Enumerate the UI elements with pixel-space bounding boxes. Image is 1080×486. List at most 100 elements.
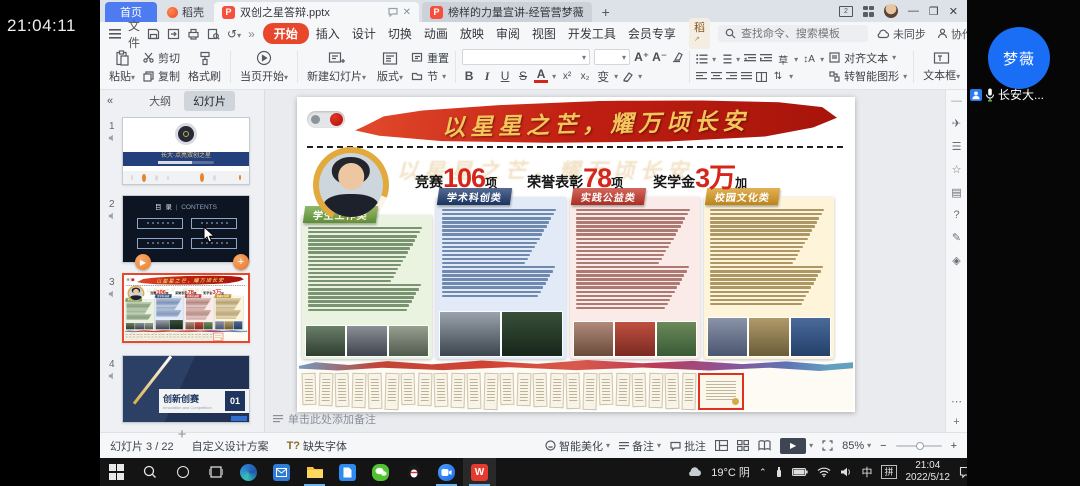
char-spacing-icon[interactable]: 草 [776, 52, 790, 67]
line-spacing-icon[interactable]: ↕A [802, 54, 816, 65]
align-text-button[interactable]: 对齐文本▾ [829, 50, 907, 66]
cortana-button[interactable] [166, 458, 199, 486]
missing-font-warning[interactable]: T?缺失字体 [287, 438, 347, 454]
superscript-button[interactable]: x² [560, 71, 574, 82]
zoom-out-button[interactable]: − [880, 440, 886, 452]
view-sorter-icon[interactable] [737, 440, 749, 451]
favorites-star-icon[interactable]: ☆ [952, 163, 962, 176]
play-from-current-button[interactable]: 当页开始▾ [237, 47, 291, 87]
participant-avatar[interactable]: 梦薇 [988, 27, 1050, 89]
export-icon[interactable] [167, 28, 180, 40]
sync-status[interactable]: 未同步 [876, 26, 926, 42]
search-input[interactable] [741, 28, 861, 40]
menu-tab-1[interactable]: 开始 [263, 23, 309, 44]
section-button[interactable]: 节▾ [411, 68, 449, 84]
highlight-pen-icon[interactable] [622, 70, 634, 82]
restore-button[interactable]: ❐ [929, 5, 939, 18]
menu-tab-5[interactable]: 动画 [419, 24, 453, 43]
slide-3-editor[interactable]: 以星星之芒，耀万顷长安 以星星之芒，耀万顷长安 竞赛106项荣誉表彰78项奖学金… [124, 275, 248, 341]
hamburger-icon[interactable] [109, 29, 121, 39]
align-left-icon[interactable] [696, 72, 707, 81]
battery-icon[interactable] [792, 468, 808, 476]
weather-text[interactable]: 19°C 阴 [711, 464, 750, 480]
design-scheme[interactable]: 自定义设计方案 [192, 438, 269, 454]
increase-font-icon[interactable]: A⁺ [634, 50, 648, 64]
taskbar-search[interactable] [133, 458, 166, 486]
task-view-button[interactable] [199, 458, 232, 486]
comments-button[interactable]: 批注 [670, 438, 706, 454]
screens-icon[interactable]: ▤ [951, 186, 961, 199]
wechat-app[interactable] [364, 458, 397, 486]
speaker-icon[interactable] [840, 467, 852, 477]
format-painter-button[interactable]: 格式刷 [185, 47, 224, 87]
tencent-docs-app[interactable] [331, 458, 364, 486]
tencent-meeting-app[interactable] [430, 458, 463, 486]
slide-thumbnail-2[interactable]: 目 录 | CONTENTS ▶ + [122, 195, 250, 263]
document-tab-inactive[interactable]: P 榜样的力量宣讲-经管营梦薇 [422, 2, 592, 22]
reset-button[interactable]: 重置 [411, 50, 449, 66]
number-list-icon[interactable] [720, 54, 732, 64]
decrease-font-icon[interactable]: A⁻ [652, 50, 666, 64]
menu-tab-9[interactable]: 开发工具 [563, 24, 621, 43]
notes-hint[interactable]: 单击此处添加备注 [273, 411, 376, 427]
wifi-icon[interactable] [817, 467, 831, 477]
thumbnail-play-button[interactable]: ▶ [135, 254, 151, 270]
security-shield-icon[interactable]: ◈ [952, 254, 960, 267]
beautify-button[interactable]: 智能美化▾ [545, 438, 610, 454]
slideshow-play-button[interactable]: ▶ [780, 438, 806, 454]
zoom-in-button[interactable]: + [951, 440, 957, 452]
bold-button[interactable]: B [462, 69, 476, 83]
thumbnail-add-button[interactable]: + [233, 254, 249, 270]
clear-format-icon[interactable] [670, 51, 683, 63]
slide-canvas[interactable]: 以星星之芒，耀万顷长安 以星星之芒，耀万顷长安 竞赛106项荣誉表彰78项奖学金… [265, 90, 945, 432]
qq-app[interactable] [397, 458, 430, 486]
start-button[interactable] [100, 458, 133, 486]
justify-icon[interactable] [741, 72, 752, 81]
active-speaker-row[interactable]: 长安大... [970, 86, 1080, 103]
slide-thumbnail-1[interactable]: 长大·点亮双创之星 [122, 117, 250, 185]
menu-tab-3[interactable]: 设计 [347, 24, 381, 43]
window-split-icon[interactable]: 2 [839, 6, 853, 17]
tab-comment-icon[interactable] [388, 7, 398, 17]
slide-3-editor[interactable]: 以星星之芒，耀万顷长安 以星星之芒，耀万顷长安 竞赛106项荣誉表彰78项奖学金… [297, 97, 855, 412]
strikethrough-button[interactable]: S [516, 69, 530, 83]
slide-thumbnail-3-selected[interactable]: 以星星之芒，耀万顷长安 以星星之芒，耀万顷长安 竞赛106项荣誉表彰78项奖学金… [122, 273, 250, 343]
minimize-button[interactable]: — [908, 5, 919, 17]
paste-button[interactable]: 粘贴▾ [106, 47, 138, 87]
text-box-button[interactable]: 文本框▾ [920, 47, 963, 87]
edge-browser[interactable] [232, 458, 265, 486]
collapse-panel-icon[interactable]: « [107, 95, 113, 107]
notes-button[interactable]: 备注▾ [619, 438, 661, 454]
bullet-list-icon[interactable] [696, 54, 708, 64]
outline-tab[interactable]: 大纲 [140, 91, 180, 111]
slides-tab[interactable]: 幻灯片 [184, 91, 235, 111]
cut-button[interactable]: 剪切 [143, 50, 180, 66]
drag-handle-icon[interactable]: — [951, 95, 962, 107]
text-effect-button[interactable]: 变 [596, 68, 610, 85]
menu-tab-6[interactable]: 放映 [455, 24, 489, 43]
tab-close-icon[interactable]: ✕ [403, 7, 411, 18]
font-size-select[interactable]: ▾ [594, 49, 630, 65]
font-name-input[interactable] [466, 51, 574, 63]
indent-decrease-icon[interactable] [744, 54, 756, 64]
save-icon[interactable] [147, 28, 160, 40]
new-slide-button[interactable]: 新建幻灯片▾ [304, 47, 369, 87]
fit-window-icon[interactable] [822, 440, 833, 451]
tools-rocket-icon[interactable]: ✈ [952, 117, 961, 130]
add-panel-icon[interactable]: + [953, 416, 959, 428]
feedback-icon[interactable]: ✎ [952, 231, 961, 244]
menu-tab-8[interactable]: 视图 [527, 24, 561, 43]
undo-icon[interactable]: ↺▾ [227, 27, 241, 41]
print-preview-icon[interactable] [207, 28, 220, 40]
file-explorer[interactable] [298, 458, 331, 486]
taskbar-clock[interactable]: 21:04 2022/5/12 [906, 460, 951, 484]
italic-button[interactable]: I [480, 69, 494, 84]
align-right-icon[interactable] [726, 72, 737, 81]
zoom-level[interactable]: 85%▾ [842, 440, 871, 452]
more-tools-icon[interactable]: ⋯ [951, 395, 962, 408]
zoom-slider-knob[interactable] [916, 442, 924, 450]
add-slide-button[interactable]: + [178, 426, 187, 443]
account-avatar[interactable] [884, 4, 898, 18]
ime-pinyin-indicator[interactable]: 拼 [881, 465, 896, 479]
menu-tab-4[interactable]: 切换 [383, 24, 417, 43]
